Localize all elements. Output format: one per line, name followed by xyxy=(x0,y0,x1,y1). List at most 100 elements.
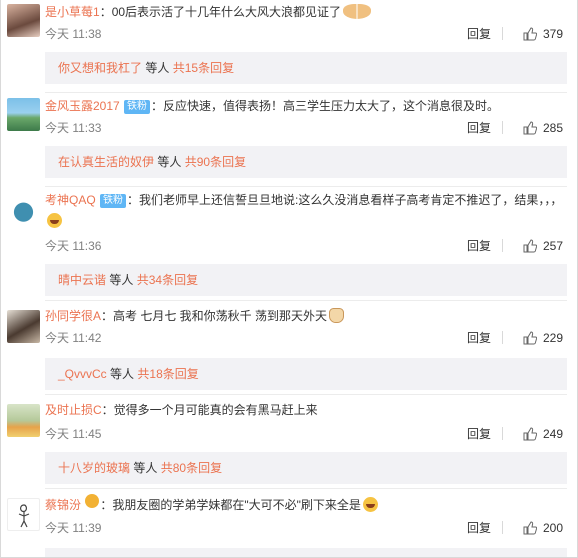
like-count: 285 xyxy=(542,121,563,135)
comment-list: 是小草莓1：00后表示活了十几年什么大风大浪都见证了 今天 11:38 回复 3… xyxy=(0,0,578,558)
thumbs-up-icon xyxy=(523,239,537,253)
username-link[interactable]: 蔡锦汾 xyxy=(45,498,81,512)
replies-count-link[interactable]: 共90条回复 xyxy=(185,155,246,169)
replies-summary-partial xyxy=(45,548,567,557)
like-count: 200 xyxy=(542,521,563,535)
reply-user-link[interactable]: 在认真生活的奴伊 xyxy=(58,155,154,169)
like-button[interactable]: 257 xyxy=(513,238,563,254)
divider xyxy=(502,521,503,534)
like-button[interactable]: 249 xyxy=(513,426,563,442)
replies-summary[interactable]: 晴中云谐 等人 共34条回复 xyxy=(45,264,567,296)
divider xyxy=(502,239,503,252)
avatar[interactable] xyxy=(7,194,40,227)
comment-body: 蔡锦汾 ：我朋友圈的学弟学妹都在"大可不必"刷下来全是 xyxy=(45,494,563,516)
replies-summary[interactable]: 在认真生活的奴伊 等人 共90条回复 xyxy=(45,146,567,178)
username-link[interactable]: 是小草莓1 xyxy=(45,5,100,19)
username-link[interactable]: 及时止损C xyxy=(45,403,102,417)
thumbs-up-icon xyxy=(523,331,537,345)
comment-text: ：觉得多一个月可能真的会有黑马赶上来 xyxy=(101,403,318,417)
replies-summary[interactable]: 十八岁的玻璃 等人 共80条回复 xyxy=(45,452,567,484)
reply-button[interactable]: 回复 xyxy=(467,26,491,42)
username-link[interactable]: 考神QAQ xyxy=(45,193,96,207)
divider xyxy=(502,27,503,40)
comment-body: 考神QAQ 铁粉 ：我们老师早上还信誓旦旦地说:这么久没消息看样子高考肯定不推迟了… xyxy=(45,190,563,232)
avatar[interactable] xyxy=(7,98,40,131)
comment-meta: 今天 11:45 回复 249 xyxy=(45,426,563,442)
comment-text: ：高考 七月七 我和你荡秋千 荡到那天外天 xyxy=(101,309,328,323)
praying-hands-emoji-icon xyxy=(343,4,372,19)
replies-summary[interactable]: _QvvvCc 等人 共18条回复 xyxy=(45,358,567,390)
timestamp: 今天 11:33 xyxy=(45,121,102,135)
thumbs-up-icon xyxy=(523,427,537,441)
divider xyxy=(45,186,567,187)
username-link[interactable]: 孙同学很A xyxy=(45,309,101,323)
avatar[interactable] xyxy=(7,4,40,37)
comment-text: ：反应快速，值得表扬！高三学生压力太大了，这个消息很及时。 xyxy=(151,99,500,113)
comment-text: ：我朋友圈的学弟学妹都在"大可不必"刷下来全是 xyxy=(100,498,361,512)
comment-meta: 今天 11:33 回复 285 xyxy=(45,120,563,136)
comment-item: 是小草莓1：00后表示活了十几年什么大风大浪都见证了 今天 11:38 回复 3… xyxy=(1,0,577,84)
like-button[interactable]: 379 xyxy=(513,26,563,42)
cat-emoji-icon xyxy=(329,308,345,323)
divider xyxy=(45,300,567,301)
fan-badge[interactable]: 铁粉 xyxy=(100,194,127,208)
comment-item: 蔡锦汾 ：我朋友圈的学弟学妹都在"大可不必"刷下来全是 今天 11:39 回复 … xyxy=(1,492,577,557)
replies-mid-text: 等人 xyxy=(145,61,170,75)
comment-body: 金风玉露2017 铁粉 ：反应快速，值得表扬！高三学生压力太大了，这个消息很及时。 xyxy=(45,96,563,117)
divider xyxy=(502,331,503,344)
comment-meta: 今天 11:38 回复 379 xyxy=(45,26,563,42)
reply-button[interactable]: 回复 xyxy=(467,426,491,442)
comment-body: 及时止损C：觉得多一个月可能真的会有黑马赶上来 xyxy=(45,400,563,421)
reply-button[interactable]: 回复 xyxy=(467,520,491,536)
replies-mid-text: 等人 xyxy=(133,461,158,475)
reply-button[interactable]: 回复 xyxy=(467,330,491,346)
like-count: 249 xyxy=(542,427,563,441)
replies-count-link[interactable]: 共18条回复 xyxy=(137,367,198,381)
reply-button[interactable]: 回复 xyxy=(467,120,491,136)
timestamp: 今天 11:36 xyxy=(45,239,102,253)
reply-button[interactable]: 回复 xyxy=(467,238,491,254)
comment-meta: 今天 11:39 回复 200 xyxy=(45,520,563,536)
replies-mid-text: 等人 xyxy=(110,367,135,381)
avatar[interactable] xyxy=(7,310,40,343)
comment-body: 孙同学很A：高考 七月七 我和你荡秋千 荡到那天外天 xyxy=(45,306,563,327)
timestamp: 今天 11:39 xyxy=(45,521,102,535)
reply-user-link[interactable]: 十八岁的玻璃 xyxy=(58,461,130,475)
comment-body: 是小草莓1：00后表示活了十几年什么大风大浪都见证了 xyxy=(45,2,563,23)
comment-item: 及时止损C：觉得多一个月可能真的会有黑马赶上来 今天 11:45 回复 249 … xyxy=(1,398,577,484)
reply-user-link[interactable]: _QvvvCc xyxy=(58,367,107,381)
divider xyxy=(502,427,503,440)
replies-count-link[interactable]: 共80条回复 xyxy=(161,461,222,475)
thumbs-up-icon xyxy=(523,27,537,41)
like-button[interactable]: 200 xyxy=(513,520,563,536)
comment-meta: 今天 11:42 回复 229 xyxy=(45,330,563,346)
replies-mid-text: 等人 xyxy=(157,155,182,169)
comment-meta: 今天 11:36 回复 257 xyxy=(45,238,563,254)
username-link[interactable]: 金风玉露2017 xyxy=(45,99,120,113)
laugh-emoji-icon xyxy=(362,497,378,512)
like-count: 379 xyxy=(542,27,563,41)
timestamp: 今天 11:38 xyxy=(45,27,102,41)
timestamp: 今天 11:42 xyxy=(45,331,102,345)
like-button[interactable]: 285 xyxy=(513,120,563,136)
like-count: 229 xyxy=(542,331,563,345)
reply-user-link[interactable]: 你又想和我杠了 xyxy=(58,61,142,75)
replies-count-link[interactable]: 共15条回复 xyxy=(173,61,234,75)
comment-item: 金风玉露2017 铁粉 ：反应快速，值得表扬！高三学生压力太大了，这个消息很及时。… xyxy=(1,94,577,178)
replies-summary[interactable]: 你又想和我杠了 等人 共15条回复 xyxy=(45,52,567,84)
replies-mid-text: 等人 xyxy=(109,273,134,287)
thumbs-up-icon xyxy=(523,521,537,535)
thumbs-up-icon xyxy=(523,121,537,135)
avatar[interactable] xyxy=(7,404,40,437)
divider xyxy=(502,121,503,134)
fan-badge[interactable]: 铁粉 xyxy=(124,100,151,114)
comment-item: 孙同学很A：高考 七月七 我和你荡秋千 荡到那天外天 今天 11:42 回复 2… xyxy=(1,304,577,390)
avatar[interactable] xyxy=(7,498,40,531)
divider xyxy=(45,488,567,489)
timestamp: 今天 11:45 xyxy=(45,427,102,441)
like-button[interactable]: 229 xyxy=(513,330,563,346)
reply-user-link[interactable]: 晴中云谐 xyxy=(58,273,106,287)
divider xyxy=(45,394,567,395)
replies-count-link[interactable]: 共34条回复 xyxy=(137,273,198,287)
fan-badge-icon[interactable] xyxy=(85,494,100,508)
